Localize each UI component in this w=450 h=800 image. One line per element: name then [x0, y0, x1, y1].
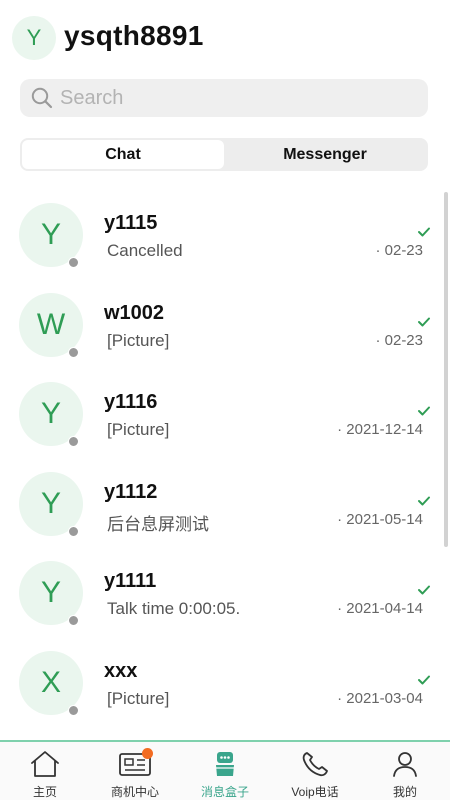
tab-home[interactable]: 主页 [0, 742, 90, 800]
contact-name: xxx [104, 659, 138, 682]
last-message-preview: Cancelled [107, 241, 183, 260]
home-icon [27, 748, 63, 780]
business-card-icon [117, 748, 153, 780]
last-message-preview: 后台息屏测试 [107, 514, 209, 534]
tab-label: 消息盒子 [200, 785, 249, 799]
message-date: · 2021-03-04 [337, 689, 423, 707]
tab-label: Voip电话 [291, 785, 339, 799]
offline-status-dot [68, 704, 79, 716]
contact-name: y1112 [104, 480, 158, 503]
offline-status-dot [68, 436, 79, 448]
message-date: · 02-23 [375, 242, 423, 259]
tab-business-center[interactable]: 商机中心 [90, 742, 180, 800]
message-date: · 2021-04-14 [337, 600, 423, 618]
user-avatar[interactable]: Y [12, 16, 56, 60]
tab-label: 主页 [32, 785, 57, 799]
contact-name: y1116 [104, 391, 158, 414]
message-date: · 2021-12-14 [337, 421, 423, 439]
offline-status-dot [68, 525, 79, 537]
tab-label: 商机中心 [110, 785, 159, 799]
profile-icon [387, 748, 423, 780]
conversation-item[interactable]: Y y1111 Talk time 0:00:05. · 2021-04-14 [0, 548, 450, 638]
tab-label: 我的 [392, 785, 417, 799]
contact-name: y1115 [104, 212, 158, 234]
conversation-item[interactable]: X xxx [Picture] · 2021-03-04 [0, 638, 450, 728]
tab-chat[interactable]: Chat [22, 140, 224, 169]
tab-messenger[interactable]: Messenger [224, 140, 426, 169]
read-check-icon [418, 406, 430, 416]
message-box-icon [207, 748, 243, 780]
offline-status-dot [68, 615, 79, 627]
last-message-preview: [Picture] [107, 688, 170, 708]
search-bar[interactable] [20, 79, 428, 117]
offline-status-dot [68, 257, 79, 268]
last-message-preview: Talk time 0:00:05. [107, 599, 241, 619]
conversation-item[interactable]: Y y1115 Cancelled · 02-23 [0, 190, 450, 280]
chat-messenger-switch: Chat Messenger [20, 138, 428, 171]
conversation-item[interactable]: Y y1112 后台息屏测试 · 2021-05-14 [0, 459, 450, 549]
username-title: ysqth8891 [64, 20, 204, 51]
offline-status-dot [68, 346, 79, 358]
read-check-icon [418, 317, 430, 327]
conversation-item[interactable]: Y y1116 [Picture] · 2021-12-14 [0, 369, 450, 459]
contact-name: w1002 [104, 301, 165, 324]
tab-profile[interactable]: 我的 [360, 742, 450, 800]
contact-name: y1111 [104, 570, 157, 593]
notification-badge [142, 748, 153, 759]
read-check-icon [418, 227, 430, 237]
message-date: · 02-23 [375, 331, 423, 349]
conversation-item[interactable]: W w1002 [Picture] · 02-23 [0, 280, 450, 370]
last-message-preview: [Picture] [107, 330, 170, 350]
tab-voip-phone[interactable]: Voip电话 [270, 742, 360, 800]
phone-icon [297, 748, 333, 780]
tab-message-box[interactable]: 消息盒子 [180, 742, 270, 800]
app-header: Y ysqth8891 [0, 0, 450, 76]
search-input[interactable] [60, 86, 400, 110]
read-check-icon [418, 585, 430, 595]
last-message-preview: [Picture] [107, 420, 170, 440]
read-check-icon [418, 675, 430, 685]
message-date: · 2021-05-14 [337, 510, 423, 528]
search-icon [30, 86, 54, 110]
bottom-tab-bar: 主页 商机中心 消息盒子 Voip电话 我的 [0, 740, 450, 800]
read-check-icon [418, 496, 430, 506]
conversation-list: Y y1115 Cancelled · 02-23 W w1002 [Pictu… [0, 190, 450, 740]
list-scrollbar[interactable] [444, 192, 448, 547]
